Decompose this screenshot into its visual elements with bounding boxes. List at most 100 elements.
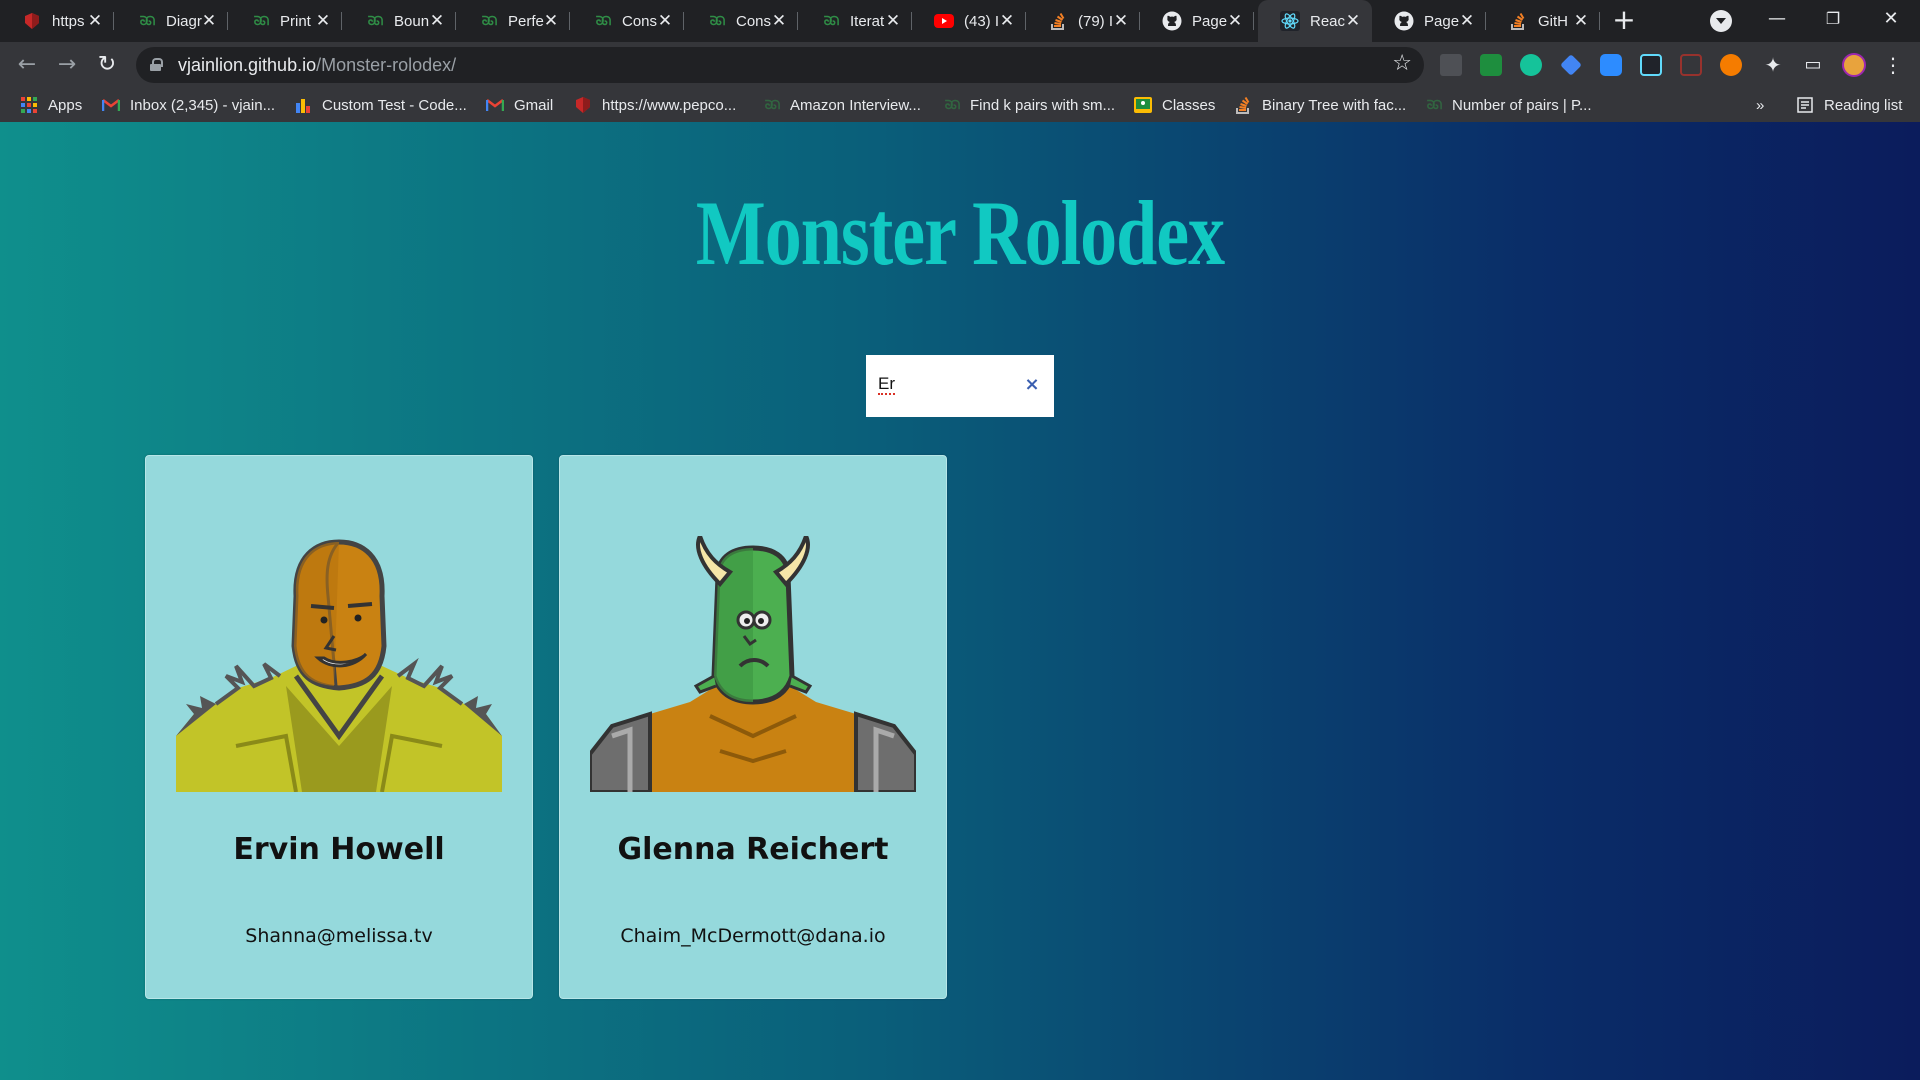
search-value: Er: [878, 374, 895, 395]
cast-icon[interactable]: ▭: [1798, 50, 1828, 80]
browser-tab[interactable]: (43) I ✕: [912, 0, 1026, 42]
close-icon[interactable]: ✕: [1112, 12, 1130, 30]
github-icon: [1162, 11, 1182, 31]
close-window-icon[interactable]: ✕: [1876, 6, 1906, 32]
browser-tab[interactable]: ᘐᘏ Print ✕: [228, 0, 342, 42]
browser-tab[interactable]: ᘐᘏ Diagr ✕: [114, 0, 228, 42]
more-bookmarks-label: »: [1756, 96, 1765, 114]
gfg-icon: ᘐᘏ: [139, 13, 155, 28]
tab-label: Page: [1192, 12, 1228, 30]
zoom-icon[interactable]: [1600, 54, 1622, 76]
bookmark-label: https://www.pepco...: [602, 96, 737, 114]
profile-avatar[interactable]: [1842, 53, 1866, 77]
react-icon: [1280, 11, 1300, 31]
back-icon[interactable]: ←: [12, 50, 42, 80]
close-icon[interactable]: ✕: [656, 12, 674, 30]
red-shield-icon: [574, 96, 592, 114]
reload-icon[interactable]: ↻: [92, 50, 122, 80]
grammarly-icon[interactable]: [1520, 54, 1542, 76]
react-devtools-icon[interactable]: [1640, 54, 1662, 76]
close-icon[interactable]: ✕: [86, 12, 104, 30]
gfg-icon: ᘐᘏ: [764, 97, 780, 112]
bookmark-item[interactable]: Inbox (2,345) - vjain...: [102, 94, 275, 116]
search-input[interactable]: Er ×: [866, 355, 1054, 417]
browser-tab[interactable]: ᘐᘏ Boun ✕: [342, 0, 456, 42]
stackoverflow-icon: [1048, 11, 1068, 31]
browser-tab[interactable]: (79) I ✕: [1026, 0, 1140, 42]
lock-icon[interactable]: [150, 58, 163, 71]
close-icon[interactable]: ✕: [884, 12, 902, 30]
browser-tab[interactable]: https ✕: [0, 0, 114, 42]
tab-separator: [1253, 12, 1254, 30]
browser-tab[interactable]: GitH ✕: [1486, 0, 1600, 42]
forward-icon[interactable]: →: [52, 50, 82, 80]
bookmark-label: Number of pairs | P...: [1452, 96, 1592, 114]
bookmark-item[interactable]: Gmail: [486, 94, 553, 116]
tab-label: Page: [1424, 12, 1460, 30]
close-icon[interactable]: ✕: [428, 12, 446, 30]
close-icon[interactable]: ✕: [1572, 12, 1590, 30]
close-icon[interactable]: ✕: [200, 12, 218, 30]
tab-label: Boun: [394, 12, 430, 30]
tab-label: Cons: [736, 12, 772, 30]
close-icon[interactable]: ✕: [314, 12, 332, 30]
tab-label: Diagr: [166, 12, 202, 30]
reading-list-button[interactable]: Reading list: [1796, 94, 1902, 116]
browser-toolbar: ← → ↻ vjainlion.github.io/Monster-rolode…: [0, 42, 1920, 88]
browser-tab[interactable]: ᘐᘏ Iterat ✕: [798, 0, 912, 42]
bookmark-item[interactable]: Classes: [1134, 94, 1215, 116]
monster-card[interactable]: Glenna Reichert Chaim_McDermott@dana.io: [559, 455, 947, 999]
bar-chart-icon: [294, 96, 312, 114]
tab-label: https: [52, 12, 85, 30]
close-icon[interactable]: ✕: [998, 12, 1016, 30]
bookmark-item[interactable]: Custom Test - Code...: [294, 94, 467, 116]
browser-tab[interactable]: ᘐᘏ Cons ✕: [570, 0, 684, 42]
tab-search-icon[interactable]: [1710, 10, 1732, 32]
new-tab-button[interactable]: +: [1610, 6, 1638, 35]
cart-green-extension-icon[interactable]: [1480, 54, 1502, 76]
red-shield-icon: [22, 11, 42, 31]
restore-icon[interactable]: ❐: [1818, 6, 1848, 32]
bookmark-apps[interactable]: Apps: [20, 94, 82, 116]
more-bookmarks-button[interactable]: »: [1756, 94, 1764, 116]
close-icon[interactable]: ✕: [542, 12, 560, 30]
browser-tab[interactable]: ᘐᘏ Cons ✕: [684, 0, 798, 42]
monster-avatar: [590, 536, 916, 792]
cart-extension-icon[interactable]: [1440, 54, 1462, 76]
browser-tab[interactable]: Page ✕: [1372, 0, 1486, 42]
extension-diamond-icon[interactable]: [1560, 54, 1582, 76]
bookmark-item[interactable]: ᘐᘏ Amazon Interview...: [762, 94, 921, 116]
classroom-icon: [1134, 96, 1152, 114]
bookmark-star-icon[interactable]: ☆: [1392, 51, 1412, 76]
browser-tab-active[interactable]: Reac ✕: [1258, 0, 1372, 42]
tab-label: Print: [280, 12, 311, 30]
tab-label: Perfe: [508, 12, 544, 30]
monster-card[interactable]: Ervin Howell Shanna@melissa.tv: [145, 455, 533, 999]
bookmark-label: Binary Tree with fac...: [1262, 96, 1407, 114]
page-title: Monster Rolodex: [695, 182, 1225, 286]
apps-grid-icon: [20, 96, 38, 114]
menu-kebab-icon[interactable]: ⋮: [1878, 50, 1908, 80]
extension-red-icon[interactable]: [1680, 54, 1702, 76]
reading-list-icon: [1796, 96, 1814, 114]
bookmark-item[interactable]: ᘐᘏ Number of pairs | P...: [1424, 94, 1592, 116]
bookmark-item[interactable]: Binary Tree with fac...: [1234, 94, 1406, 116]
close-icon[interactable]: ✕: [1458, 12, 1476, 30]
url-text[interactable]: vjainlion.github.io/Monster-rolodex/: [178, 55, 456, 76]
bookmark-item[interactable]: https://www.pepco...: [574, 94, 736, 116]
puzzle-icon[interactable]: ✦: [1758, 50, 1788, 80]
minimize-icon[interactable]: —: [1762, 6, 1792, 32]
browser-tab[interactable]: ᘐᘏ Perfe ✕: [456, 0, 570, 42]
bookmark-item[interactable]: ᘐᘏ Find k pairs with sm...: [942, 94, 1115, 116]
close-icon[interactable]: ✕: [770, 12, 788, 30]
reading-list-label: Reading list: [1824, 96, 1903, 114]
bookmark-label: Custom Test - Code...: [322, 96, 467, 114]
close-icon[interactable]: ✕: [1344, 12, 1362, 30]
monster-email: Chaim_McDermott@dana.io: [620, 925, 886, 947]
browser-tab[interactable]: Page ✕: [1140, 0, 1254, 42]
close-icon[interactable]: ✕: [1226, 12, 1244, 30]
lightning-extension-icon[interactable]: [1720, 54, 1742, 76]
bookmark-label: Apps: [48, 96, 83, 114]
clear-search-icon[interactable]: ×: [1022, 375, 1042, 395]
address-bar[interactable]: vjainlion.github.io/Monster-rolodex/ ☆: [136, 47, 1424, 83]
